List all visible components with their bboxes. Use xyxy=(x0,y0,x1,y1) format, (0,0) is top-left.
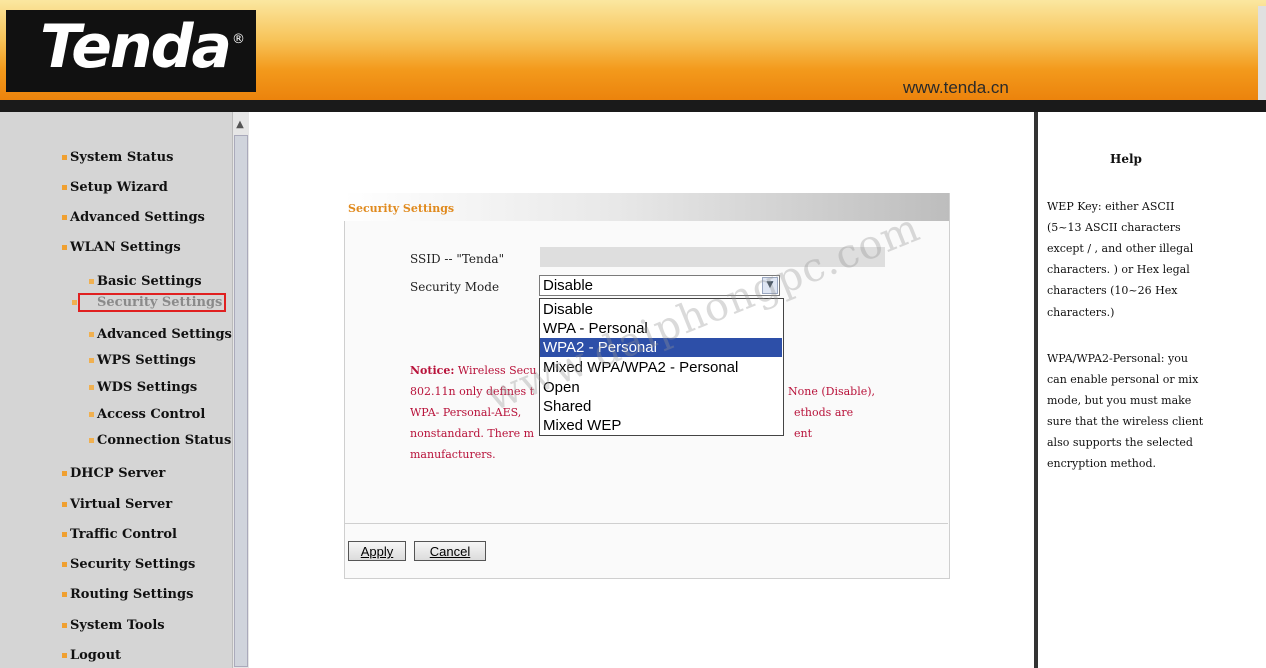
sidebar-item-traffic-control[interactable]: Traffic Control xyxy=(62,527,177,542)
notice-label: Notice: xyxy=(410,364,455,377)
sidebar-item-security-settings[interactable]: Security Settings xyxy=(61,557,195,572)
sidebar-item-system-status[interactable]: System Status xyxy=(61,150,173,165)
scrollbar-thumb[interactable] xyxy=(234,135,248,667)
logo-text: Tenda xyxy=(40,12,232,82)
help-line: characters (10~26 Hex xyxy=(1047,284,1178,297)
help-line: also supports the selected xyxy=(1047,436,1193,449)
security-mode-value[interactable]: Disable xyxy=(543,277,593,294)
panel-separator xyxy=(345,523,948,524)
notice-line2-right: None (Disable), xyxy=(788,385,876,398)
help-line: can enable personal or mix xyxy=(1047,373,1199,386)
cancel-button[interactable]: Cancel xyxy=(414,541,486,561)
sidebar-item-dhcp-server[interactable]: DHCP Server xyxy=(61,466,165,481)
header-divider xyxy=(0,100,1266,112)
help-line: encryption method. xyxy=(1047,457,1157,470)
help-line: sure that the wireless client xyxy=(1047,415,1204,428)
panel-title: Security Settings xyxy=(348,202,455,215)
help-line: WPA/WPA2-Personal: you xyxy=(1047,352,1188,365)
scroll-up-icon[interactable]: ▲ xyxy=(233,118,247,132)
help-panel xyxy=(1038,112,1266,668)
help-line: mode, but you must make xyxy=(1047,394,1192,407)
sidebar-item-basic-settings[interactable]: Basic Settings xyxy=(89,274,202,289)
sidebar-item-wlan-settings[interactable]: WLAN Settings xyxy=(62,240,181,255)
sidebar-item-connection-status[interactable]: Connection Status xyxy=(88,433,231,448)
notice-line4-left: nonstandard. There m xyxy=(410,427,535,440)
tenda-logo: Tenda ® xyxy=(6,10,256,92)
registered-mark: ® xyxy=(232,32,245,47)
security-mode-label: Security Mode xyxy=(410,280,500,294)
help-title: Help xyxy=(1110,152,1142,166)
header-edge xyxy=(1258,6,1266,112)
sidebar-item-wds-settings[interactable]: WDS Settings xyxy=(88,380,197,395)
sidebar-item-wps-settings[interactable]: WPS Settings xyxy=(89,353,196,368)
sidebar-item-advanced-settings[interactable]: Advanced Settings xyxy=(62,210,205,225)
apply-button[interactable]: Apply xyxy=(348,541,406,561)
sidebar-item-security-settings-active[interactable]: Security Settings xyxy=(71,293,227,312)
help-line: characters. ) or Hex legal xyxy=(1047,263,1190,276)
notice-line3-right: ethods are xyxy=(794,406,854,419)
option-mixed-wep[interactable]: Mixed WEP xyxy=(540,416,782,435)
notice-line5: manufacturers. xyxy=(410,448,496,461)
help-line: except / , and other illegal xyxy=(1047,242,1194,255)
notice-line4-right: ent xyxy=(794,427,813,440)
sidebar-item-logout[interactable]: Logout xyxy=(61,648,121,663)
header-url: www.tenda.cn xyxy=(903,78,1009,97)
help-line: WEP Key: either ASCII xyxy=(1047,200,1175,213)
sidebar-item-wlan-advanced-settings[interactable]: Advanced Settings xyxy=(89,327,232,342)
option-shared[interactable]: Shared xyxy=(540,397,782,416)
sidebar-item-setup-wizard[interactable]: Setup Wizard xyxy=(62,180,168,195)
sidebar-item-access-control[interactable]: Access Control xyxy=(88,407,205,422)
sidebar-item-routing-settings[interactable]: Routing Settings xyxy=(61,587,193,602)
ssid-label: SSID -- "Tenda" xyxy=(410,252,505,266)
help-line: (5~13 ASCII characters xyxy=(1047,221,1181,234)
sidebar-item-virtual-server[interactable]: Virtual Server xyxy=(61,497,172,512)
help-line: characters.) xyxy=(1047,306,1115,319)
sidebar-item-system-tools[interactable]: System Tools xyxy=(62,618,165,633)
